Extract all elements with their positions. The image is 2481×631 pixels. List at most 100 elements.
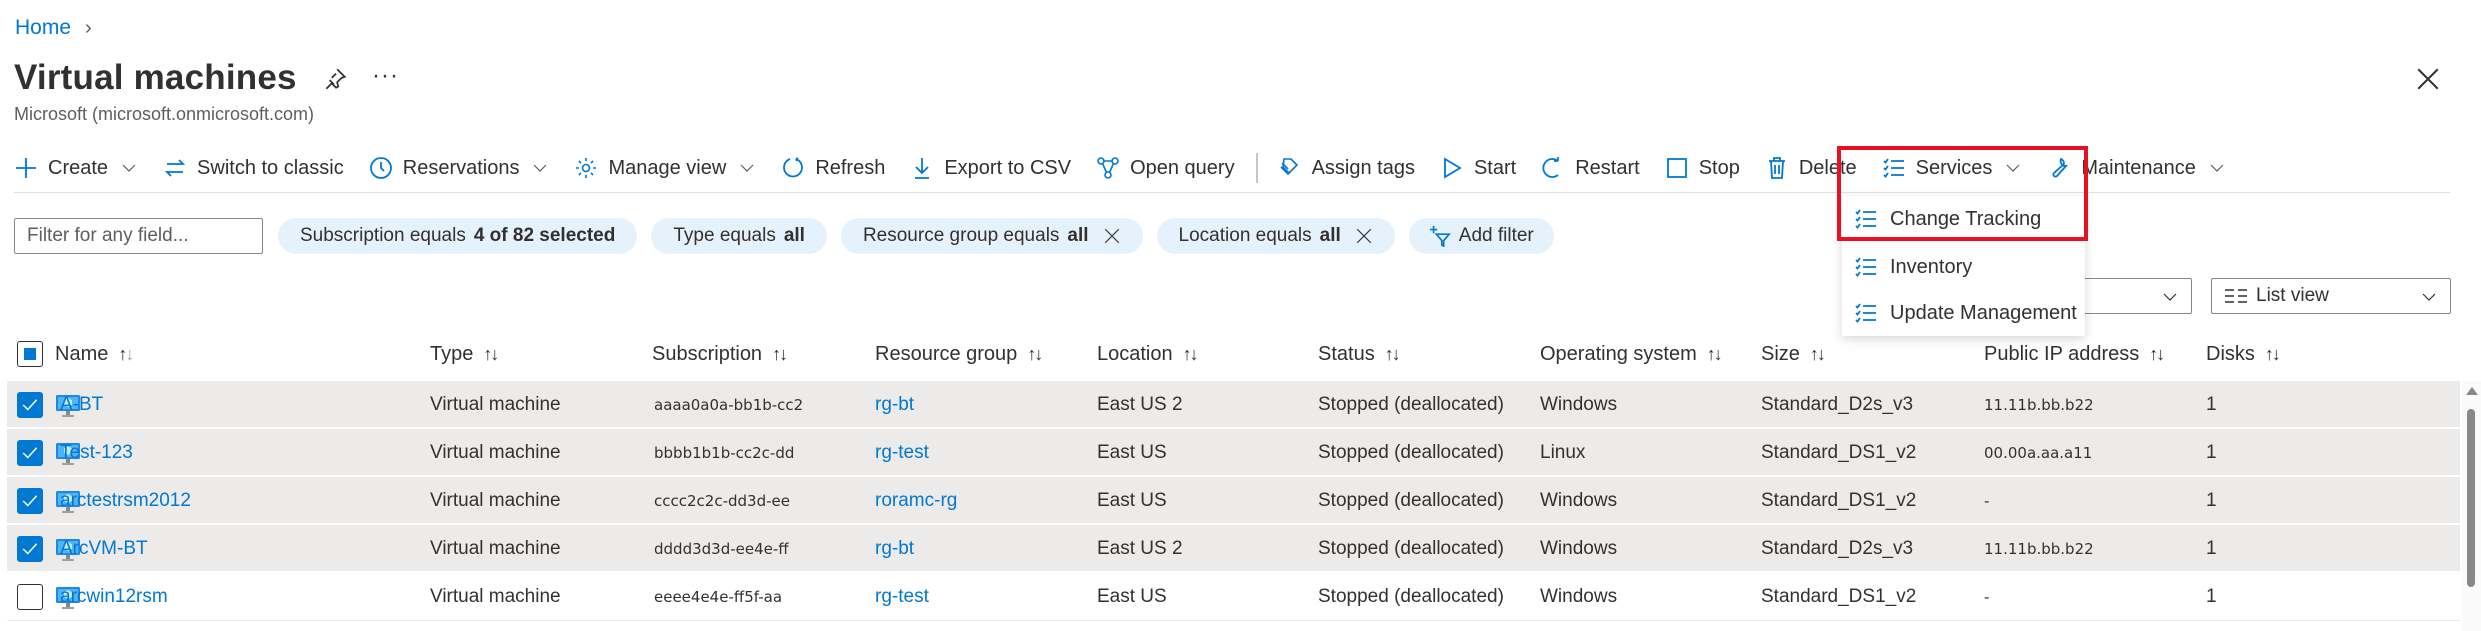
column-header-size[interactable]: Size ↑↓ bbox=[1761, 343, 1826, 366]
sort-icon: ↑↓ bbox=[1706, 344, 1723, 364]
type-cell: Virtual machine bbox=[430, 394, 561, 415]
switch-to-classic-label: Switch to classic bbox=[197, 156, 344, 179]
column-header-disks[interactable]: Disks ↑↓ bbox=[2206, 343, 2281, 366]
scrollbar-thumb[interactable] bbox=[2467, 409, 2475, 587]
close-icon[interactable] bbox=[2415, 66, 2441, 92]
status-cell: Stopped (deallocated) bbox=[1318, 394, 1504, 415]
create-label: Create bbox=[48, 156, 109, 179]
public-ip-cell: 11.11b.bb.b22 bbox=[1984, 396, 2094, 414]
pin-icon[interactable] bbox=[322, 66, 348, 92]
column-header-type[interactable]: Type ↑↓ bbox=[430, 343, 499, 366]
column-header-name[interactable]: Name ↑↓ bbox=[55, 343, 134, 366]
size-cell: Standard_DS1_v2 bbox=[1761, 586, 1917, 607]
filter-pill-type[interactable]: Type equals all bbox=[651, 218, 827, 254]
manage-view-button[interactable]: Manage view bbox=[574, 156, 756, 180]
menu-item-inventory[interactable]: Inventory bbox=[1842, 244, 2085, 290]
sort-icon: ↑↓ bbox=[1809, 344, 1826, 364]
refresh-button[interactable]: Refresh bbox=[781, 156, 885, 180]
switch-to-classic-button[interactable]: Switch to classic bbox=[163, 156, 344, 180]
reservations-button[interactable]: Reservations bbox=[369, 156, 550, 180]
plus-icon bbox=[16, 158, 36, 178]
table-row[interactable]: arcwin12rsm Virtual machine eeee4e4e-ff5… bbox=[7, 573, 2460, 621]
filter-pill-subscription[interactable]: Subscription equals 4 of 82 selected bbox=[278, 218, 638, 254]
vertical-scrollbar[interactable] bbox=[2462, 381, 2481, 631]
vm-name-link[interactable]: ArcVM-BT bbox=[60, 525, 148, 573]
column-header-os[interactable]: Operating system ↑↓ bbox=[1540, 343, 1723, 366]
trash-icon bbox=[1768, 157, 1785, 179]
resource-group-link[interactable]: rg-test bbox=[875, 573, 929, 621]
column-header-public-ip[interactable]: Public IP address ↑↓ bbox=[1984, 343, 2165, 366]
column-label: Name bbox=[55, 343, 109, 365]
add-filter-label: Add filter bbox=[1458, 225, 1534, 246]
column-header-subscription[interactable]: Subscription ↑↓ bbox=[652, 343, 788, 366]
size-cell: Standard_DS1_v2 bbox=[1761, 490, 1917, 511]
public-ip-cell: - bbox=[1984, 588, 1990, 606]
size-cell: Standard_D2s_v3 bbox=[1761, 394, 1914, 415]
assign-tags-button[interactable]: Assign tags bbox=[1278, 156, 1415, 180]
os-cell: Linux bbox=[1540, 442, 1586, 463]
play-icon bbox=[1444, 157, 1462, 179]
services-menu-button[interactable]: Services bbox=[1882, 156, 2023, 180]
stop-icon bbox=[1666, 158, 1687, 178]
open-query-button[interactable]: Open query bbox=[1096, 156, 1235, 180]
scroll-up-arrow-icon[interactable] bbox=[2466, 387, 2478, 395]
restart-icon bbox=[1542, 157, 1560, 178]
menu-item-change-tracking[interactable]: Change Tracking bbox=[1842, 196, 2085, 242]
column-header-location[interactable]: Location ↑↓ bbox=[1097, 343, 1199, 366]
table-row[interactable]: Test-123 Virtual machine bbbb1b1b-cc2c-d… bbox=[7, 429, 2460, 477]
resource-group-link[interactable]: rg-bt bbox=[875, 381, 914, 429]
maintenance-menu-button[interactable]: Maintenance bbox=[2047, 156, 2226, 180]
public-ip-cell: - bbox=[1984, 492, 1990, 510]
restart-button[interactable]: Restart bbox=[1541, 156, 1640, 180]
remove-filter-icon[interactable] bbox=[1103, 227, 1121, 245]
column-header-status[interactable]: Status ↑↓ bbox=[1318, 343, 1401, 366]
sort-icon: ↑↓ bbox=[2264, 344, 2281, 364]
column-label: Public IP address bbox=[1984, 343, 2140, 365]
stop-button[interactable]: Stop bbox=[1665, 156, 1740, 180]
select-all-checkbox[interactable] bbox=[17, 341, 43, 367]
more-options-button[interactable]: ··· bbox=[372, 62, 399, 90]
export-csv-button[interactable]: Export to CSV bbox=[910, 156, 1071, 180]
subscription-cell: cccc2c2c-dd3d-ee bbox=[654, 492, 790, 510]
resource-group-link[interactable]: rg-bt bbox=[875, 525, 914, 573]
add-filter-button[interactable]: Add filter bbox=[1408, 218, 1554, 254]
filter-input[interactable] bbox=[14, 218, 263, 254]
column-header-resource-group[interactable]: Resource group ↑↓ bbox=[875, 343, 1043, 366]
delete-button[interactable]: Delete bbox=[1765, 156, 1857, 180]
chevron-down-icon bbox=[740, 164, 754, 172]
row-checkbox[interactable] bbox=[17, 584, 43, 610]
table-row[interactable]: arctestrsm2012 Virtual machine cccc2c2c-… bbox=[7, 477, 2460, 525]
menu-item-update-management[interactable]: Update Management bbox=[1842, 290, 2085, 336]
vm-table-body: A-BT Virtual machine aaaa0a0a-bb1b-cc2 r… bbox=[7, 381, 2460, 621]
resource-group-link[interactable]: rg-test bbox=[875, 429, 929, 477]
row-checkbox[interactable] bbox=[17, 536, 43, 562]
filter-pill-prefix: Type equals bbox=[673, 225, 776, 246]
public-ip-cell: 11.11b.bb.b22 bbox=[1984, 540, 2094, 558]
vm-name-link[interactable]: Test-123 bbox=[60, 429, 133, 477]
row-checkbox[interactable] bbox=[17, 488, 43, 514]
create-button[interactable]: Create bbox=[14, 156, 138, 180]
vm-name-link[interactable]: arcwin12rsm bbox=[60, 573, 168, 621]
filter-pill-resource-group[interactable]: Resource group equals all bbox=[840, 218, 1143, 254]
breadcrumb-home-link[interactable]: Home bbox=[15, 16, 71, 40]
table-row[interactable]: A-BT Virtual machine aaaa0a0a-bb1b-cc2 r… bbox=[7, 381, 2460, 429]
start-button[interactable]: Start bbox=[1440, 156, 1516, 180]
location-cell: East US 2 bbox=[1097, 538, 1183, 559]
row-checkbox[interactable] bbox=[17, 440, 43, 466]
sort-icon: ↑↓ bbox=[1027, 344, 1043, 364]
vm-name-link[interactable]: A-BT bbox=[60, 381, 103, 429]
column-label: Status bbox=[1318, 343, 1375, 365]
manage-view-label: Manage view bbox=[608, 156, 727, 179]
view-mode-dropdown[interactable]: List view bbox=[2211, 278, 2451, 314]
refresh-label: Refresh bbox=[815, 156, 886, 179]
location-cell: East US bbox=[1097, 490, 1167, 511]
filter-pill-location[interactable]: Location equals all bbox=[1156, 218, 1395, 254]
filter-pill-value: all bbox=[1067, 225, 1089, 246]
resource-group-link[interactable]: roramc-rg bbox=[875, 477, 957, 525]
remove-filter-icon[interactable] bbox=[1355, 227, 1373, 245]
vm-name-link[interactable]: arctestrsm2012 bbox=[60, 477, 191, 525]
row-checkbox[interactable] bbox=[17, 392, 43, 418]
disks-cell: 1 bbox=[2206, 586, 2217, 607]
table-row[interactable]: ArcVM-BT Virtual machine dddd3d3d-ee4e-f… bbox=[7, 525, 2460, 573]
sort-icon: ↑↓ bbox=[1384, 344, 1401, 364]
